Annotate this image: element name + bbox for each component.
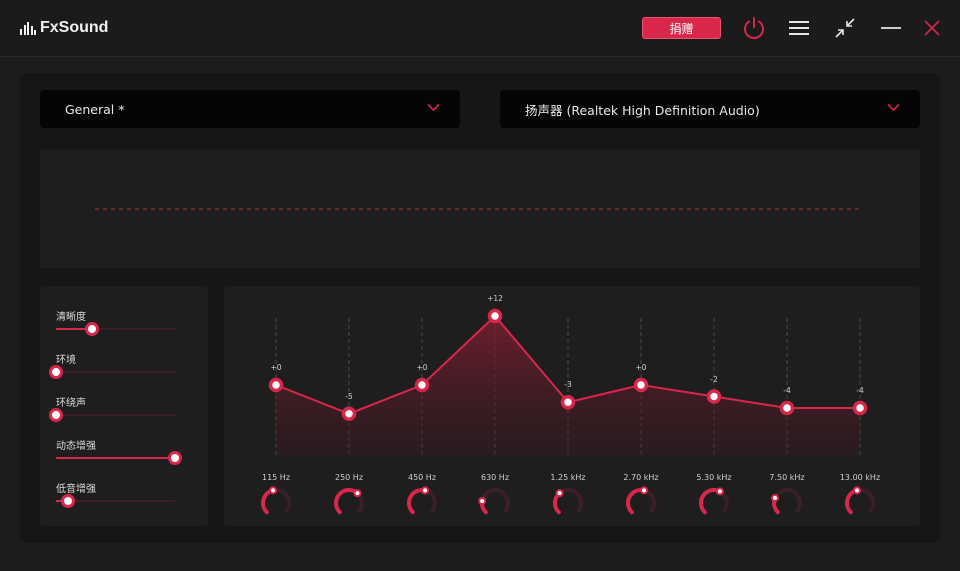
eq-frequency-label: 2.70 kHz (623, 473, 659, 482)
eq-frequency-label: 450 Hz (407, 473, 437, 482)
knob-indicator (268, 486, 277, 495)
minimize-icon[interactable] (877, 14, 905, 42)
output-device-dropdown[interactable]: 扬声器 (Realtek High Definition Audio) (500, 90, 920, 128)
eq-gain-label: +0 (416, 363, 428, 372)
eq-frequency-label: 250 Hz (334, 473, 364, 482)
chevron-down-icon (887, 103, 900, 112)
effect-label: 环绕声 (56, 398, 86, 409)
slider-track[interactable] (56, 371, 175, 373)
eq-band-handle[interactable] (852, 400, 868, 416)
effect-dynamic-boost: 动态增强 (56, 437, 182, 465)
slider-fill (56, 457, 175, 459)
preset-dropdown-value: General * (65, 101, 125, 117)
app-title: FxSound (40, 19, 109, 36)
slider-thumb[interactable] (60, 494, 75, 508)
knob-indicator (478, 496, 487, 505)
eq-band-handle[interactable] (706, 389, 722, 404)
donate-button[interactable]: 捐赠 (642, 17, 721, 39)
equalizer-panel: +0 115 Hz -5 250 Hz +0 450 Hz +12 630 Hz -3 1.25 … (224, 286, 920, 526)
eq-gain-label: +0 (635, 363, 647, 372)
effect-ambience: 环境 (49, 351, 176, 379)
eq-frequency-label: 630 Hz (480, 473, 510, 482)
eq-band-handle[interactable] (560, 395, 576, 410)
effect-surround: 环绕声 (49, 394, 176, 422)
knob-indicator (715, 487, 724, 496)
slider-thumb[interactable] (84, 322, 99, 336)
slider-thumb[interactable] (49, 408, 63, 422)
knob-indicator (353, 489, 362, 498)
eq-band-knob[interactable] (843, 486, 877, 520)
eq-gain-label: -5 (345, 391, 353, 401)
eq-gain-label: -4 (783, 386, 791, 395)
effect-bass-boost: 低音增强 (56, 480, 176, 508)
knob-indicator (640, 486, 649, 495)
minimize-to-widget-icon[interactable] (831, 14, 859, 42)
eq-band-handle[interactable] (487, 308, 503, 324)
knob-track (772, 488, 802, 514)
eq-gain-label: +12 (487, 294, 503, 303)
eq-band-knob[interactable] (259, 486, 293, 520)
eq-frequency-label: 5.30 kHz (696, 473, 732, 482)
effect-label: 动态增强 (56, 441, 96, 452)
eq-band-handle[interactable] (779, 400, 795, 416)
eq-band-knob[interactable] (770, 486, 804, 520)
output-device-dropdown-value: 扬声器 (Realtek High Definition Audio) (525, 102, 760, 118)
slider-track[interactable] (56, 414, 175, 416)
effect-clarity: 清晰度 (56, 308, 176, 336)
close-icon[interactable] (918, 14, 946, 42)
eq-band-knob[interactable] (405, 486, 439, 520)
eq-frequency-label: 1.25 kHz (550, 473, 586, 482)
knob-indicator (770, 494, 779, 503)
eq-band-knob[interactable] (697, 486, 731, 520)
knob-indicator (421, 486, 430, 495)
eq-band-knob[interactable] (624, 486, 658, 520)
effect-label: 低音增强 (56, 484, 96, 495)
eq-gain-label: -2 (710, 374, 718, 384)
logo-bars-icon (20, 21, 36, 35)
eq-band-knob[interactable] (478, 486, 512, 520)
power-icon[interactable] (740, 14, 768, 42)
slider-thumb[interactable] (49, 365, 63, 379)
app-logo: FxSound (20, 19, 108, 37)
effect-label: 环境 (56, 355, 76, 366)
eq-frequency-label: 13.00 kHz (839, 473, 881, 482)
eq-frequency-label: 7.50 kHz (769, 473, 805, 482)
spectrum-visualizer (40, 149, 920, 268)
eq-band-handle[interactable] (633, 377, 649, 393)
eq-frequency-label: 115 Hz (261, 473, 291, 482)
knob-indicator (555, 489, 564, 498)
effect-label: 清晰度 (56, 312, 86, 323)
eq-band-handle[interactable] (414, 377, 430, 393)
knob-indicator (852, 486, 861, 495)
title-bar: FxSound 捐赠 (0, 0, 960, 57)
effects-panel: 清晰度 环境 环绕声 动态增强 低音增强 (40, 286, 208, 526)
menu-icon[interactable] (785, 14, 813, 42)
eq-band-handle[interactable] (268, 377, 284, 393)
slider-thumb[interactable] (168, 451, 182, 465)
eq-gain-label: -3 (564, 380, 572, 390)
eq-band-knob[interactable] (332, 486, 366, 520)
eq-band-knob[interactable] (551, 486, 585, 520)
eq-gain-label: +0 (270, 363, 282, 372)
eq-gain-label: -4 (856, 386, 864, 395)
eq-band-handle[interactable] (341, 406, 357, 421)
preset-dropdown[interactable]: General * (40, 90, 460, 128)
chevron-down-icon (427, 103, 440, 112)
